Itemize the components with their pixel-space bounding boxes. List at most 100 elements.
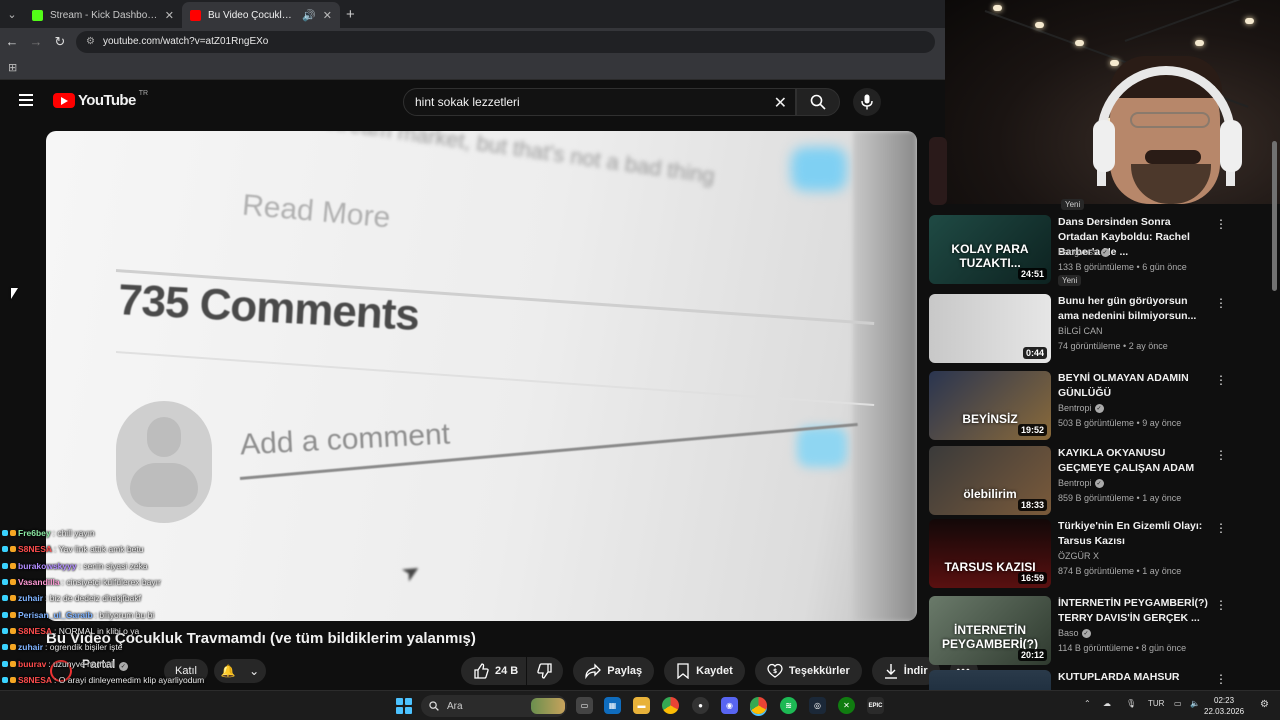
wc-bulb	[1075, 40, 1084, 46]
recommended-video[interactable]: İNTERNETİN PEYGAMBERİ(?) 20:12 İNTERNETİN …	[929, 596, 1269, 666]
tray-chevron-up-icon[interactable]: ⌃	[1084, 699, 1091, 708]
recommended-video-title[interactable]: KUTUPLARDA MAHSUR	[1058, 670, 1208, 685]
chat-username[interactable]: Fre6bey	[18, 528, 51, 538]
cloud-icon[interactable]: ☁	[1103, 699, 1111, 708]
scrollbar[interactable]	[1271, 131, 1278, 691]
youtube-logo[interactable]: YouTube TR	[53, 90, 148, 109]
search-input[interactable]: hint sokak lezzetleri ✕	[403, 88, 796, 116]
tab-search-icon[interactable]: ⌄	[0, 0, 24, 28]
chat-badge-icon	[2, 660, 8, 667]
save-button[interactable]: Kaydet	[664, 657, 745, 685]
duration-badge: 0:44	[1022, 347, 1047, 359]
steam-icon[interactable]: ◎	[809, 697, 826, 714]
tab-youtube-video[interactable]: Bu Video Çocukluk Travmamdı 🔊 ✕	[182, 2, 340, 28]
clear-search-icon[interactable]: ✕	[774, 93, 787, 113]
chrome-active-icon[interactable]	[750, 697, 767, 714]
video-thumbnail[interactable]: ölebilirim 18:33	[929, 446, 1051, 515]
discord-icon[interactable]: ◉	[721, 697, 738, 714]
file-explorer-icon[interactable]: ▬	[633, 697, 650, 714]
share-button[interactable]: Paylaş	[573, 657, 655, 685]
recommended-video-title[interactable]: KAYIKLA OKYANUSU GEÇMEYE ÇALIŞAN ADAM	[1058, 446, 1208, 476]
recommended-video[interactable]: KOLAY PARA TUZAKTI... 24:51 Dans Dersinden…	[929, 215, 1269, 286]
recommended-video-title[interactable]: BEYNİ OLMAYAN ADAMIN GÜNLÜĞÜ	[1058, 371, 1208, 401]
more-vertical-icon[interactable]: ⋮	[1215, 448, 1227, 462]
tab-kick-dashboard[interactable]: Stream - Kick Dashboard ✕	[24, 2, 182, 28]
url-field[interactable]: ⚙ youtube.com/watch?v=atZ01RngEXo	[76, 30, 935, 53]
chat-username[interactable]: Perisan_ul_Garaib	[18, 610, 93, 620]
forward-icon[interactable]: →	[24, 34, 48, 49]
more-vertical-icon[interactable]: ⋮	[1215, 672, 1227, 686]
recommended-video[interactable]: 0:44 Bunu her gün görüyorsun ama nedenini…	[929, 294, 1269, 364]
video-thumbnail[interactable]: BEYİNSİZ 19:52	[929, 371, 1051, 440]
recommended-channel[interactable]: Bentropi ✓	[1058, 478, 1104, 488]
reload-icon[interactable]: ↻	[48, 34, 72, 50]
dislike-button[interactable]	[527, 657, 564, 685]
chat-username[interactable]: zuhair	[18, 642, 43, 652]
chat-username[interactable]: buurav	[18, 659, 46, 669]
video-thumbnail[interactable]: İNTERNETİN PEYGAMBERİ(?) 20:12	[929, 596, 1051, 665]
store-icon[interactable]: ▦	[604, 697, 621, 714]
recommended-video-title[interactable]: Bunu her gün görüyorsun ama nedenini bil…	[1058, 294, 1208, 324]
volume-icon[interactable]: 🔈	[1190, 699, 1200, 708]
windows-start-icon[interactable]	[396, 698, 412, 714]
speaker-icon[interactable]: 🔊	[302, 9, 316, 22]
chat-username[interactable]: burakowskyyy	[18, 561, 77, 571]
frame-cursor-icon: ➤	[396, 556, 426, 588]
recommended-video[interactable]: TARSUS KAZISI 16:59 Türkiye'nin En Gizemli…	[929, 519, 1269, 589]
more-vertical-icon[interactable]: ⋮	[1215, 296, 1227, 310]
recommended-meta: 133 B görüntüleme • 6 gün önce	[1058, 262, 1187, 272]
site-info-icon[interactable]: ⚙	[86, 36, 95, 47]
system-clock[interactable]: 02:23 22.03.2026	[1204, 695, 1244, 717]
notification-gear-icon[interactable]: ⚙	[1260, 699, 1269, 710]
partial-thumbnail[interactable]	[929, 137, 947, 205]
epic-games-icon[interactable]: EPIC	[867, 697, 884, 714]
xbox-icon[interactable]: ✕	[838, 697, 855, 714]
more-vertical-icon[interactable]: ⋮	[1215, 373, 1227, 387]
recommended-channel[interactable]: Baso ✓	[1058, 628, 1091, 638]
recommended-channel[interactable]: Bentropi ✓	[1058, 403, 1104, 413]
recommended-video[interactable]: BEYİNSİZ 19:52 BEYNİ OLMAYAN ADAMIN GÜNLÜĞ…	[929, 371, 1269, 441]
github-icon[interactable]: ●	[692, 697, 709, 714]
duration-badge: 18:33	[1017, 499, 1047, 511]
microphone-tray-icon[interactable]: 🎙	[1126, 699, 1136, 708]
video-thumbnail[interactable]: KOLAY PARA TUZAKTI... 24:51	[929, 215, 1051, 284]
search-button[interactable]	[796, 88, 840, 116]
voice-search-button[interactable]	[853, 88, 881, 116]
video-thumbnail[interactable]: 0:44	[929, 294, 1051, 363]
recommended-video[interactable]: ölebilirim 18:33 KAYIKLA OKYANUSU GEÇMEYE …	[929, 446, 1269, 516]
spotify-icon[interactable]: ≋	[780, 697, 797, 714]
close-icon[interactable]: ✕	[323, 9, 332, 22]
chat-username[interactable]: zuhair	[18, 593, 43, 603]
chat-text: : O arayi dinleyemedim klip ayarliyodum	[54, 674, 205, 685]
chat-username[interactable]: S8NESA	[18, 675, 52, 685]
recommended-video-title[interactable]: İNTERNETİN PEYGAMBERİ(?) TERRY DAVIS'İN …	[1058, 596, 1208, 626]
chat-username[interactable]: S8NESA	[18, 626, 52, 636]
like-button[interactable]: 24 B	[461, 657, 527, 685]
chat-text: : ogrendik bişiler işte	[45, 642, 123, 653]
language-indicator[interactable]: TUR	[1148, 699, 1164, 708]
close-icon[interactable]: ✕	[165, 9, 174, 22]
video-thumbnail[interactable]: TARSUS KAZISI 16:59	[929, 519, 1051, 588]
recommended-channel[interactable]: ÖZGÜR X	[1058, 551, 1099, 561]
apps-grid-icon[interactable]: ⊞	[8, 61, 17, 74]
scroll-thumb[interactable]	[1272, 141, 1277, 291]
chat-username[interactable]: S8NESA	[18, 544, 52, 554]
back-icon[interactable]: ←	[0, 34, 24, 49]
recommended-channel[interactable]: Pangvoss ✓	[1058, 247, 1110, 257]
chat-text: : cinsiyetçi külfülerex bayır	[61, 577, 161, 588]
chrome-icon[interactable]	[662, 697, 679, 714]
thanks-button[interactable]: $ Teşekkürler	[754, 657, 862, 685]
recommended-channel[interactable]: BİLGİ CAN	[1058, 326, 1103, 336]
new-tab-button[interactable]: +	[346, 6, 355, 23]
taskbar-search-input[interactable]: Ara	[421, 695, 567, 717]
chat-badge-icon	[10, 611, 16, 618]
network-icon[interactable]: ▭	[1174, 699, 1182, 708]
more-vertical-icon[interactable]: ⋮	[1215, 598, 1227, 612]
task-view-icon[interactable]: ▭	[576, 697, 593, 714]
logo-text: YouTube	[78, 92, 136, 109]
chat-username[interactable]: Vasandilla	[18, 577, 60, 587]
recommended-video-title[interactable]: Türkiye'nin En Gizemli Olayı: Tarsus Kaz…	[1058, 519, 1208, 549]
more-vertical-icon[interactable]: ⋮	[1215, 521, 1227, 535]
more-vertical-icon[interactable]: ⋮	[1215, 217, 1227, 231]
menu-icon[interactable]	[19, 94, 33, 106]
